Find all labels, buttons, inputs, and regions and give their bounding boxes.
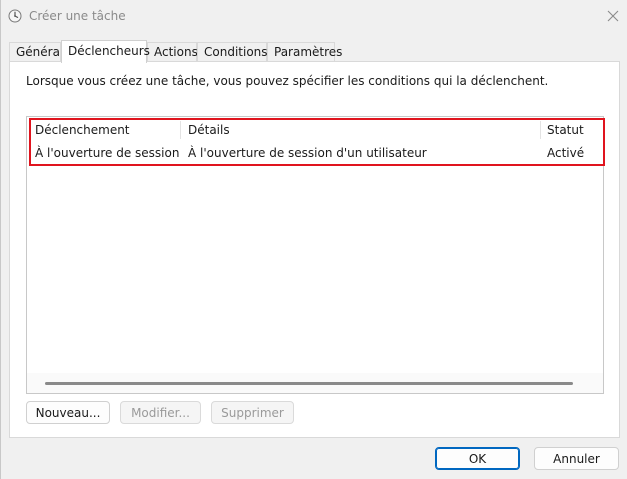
close-icon [607,10,619,22]
new-button[interactable]: Nouveau... [26,401,110,424]
tab-triggers[interactable]: Déclencheurs [61,40,150,63]
cell-details: À l'ouverture de session d'un utilisateu… [188,146,427,160]
list-header: Déclenchement Détails Statut [27,119,603,141]
title-bar: Créer une tâche [1,0,627,32]
tab-actions[interactable]: Actions [147,42,198,62]
tab-settings[interactable]: Paramètres [267,42,342,62]
triggers-list[interactable]: Déclenchement Détails Statut À l'ouvertu… [26,116,605,394]
column-header-details[interactable]: Détails [182,119,540,141]
column-separator[interactable] [180,121,181,139]
cancel-button[interactable]: Annuler [534,447,619,470]
delete-button[interactable]: Supprimer [211,401,294,424]
cell-trigger: À l'ouverture de session [35,146,180,160]
cell-status: Activé [547,146,585,160]
column-header-status[interactable]: Statut [541,119,603,141]
triggers-panel: Lorsque vous créez une tâche, vous pouve… [9,61,620,438]
window-title: Créer une tâche [29,9,126,23]
horizontal-scrollbar[interactable] [27,373,603,393]
column-header-trigger[interactable]: Déclenchement [29,119,179,141]
close-button[interactable] [599,4,627,28]
tab-conditions[interactable]: Conditions [197,42,268,62]
table-row[interactable]: À l'ouverture de session À l'ouverture d… [27,142,603,164]
scrollbar-thumb[interactable] [45,382,573,385]
triggers-description: Lorsque vous créez une tâche, vous pouve… [26,74,549,88]
ok-button[interactable]: OK [435,447,520,470]
create-task-dialog: Créer une tâche Général Déclencheurs Act… [0,0,627,479]
tab-general[interactable]: Général [9,42,63,62]
edit-button[interactable]: Modifier... [120,401,201,424]
clock-icon [8,9,22,23]
